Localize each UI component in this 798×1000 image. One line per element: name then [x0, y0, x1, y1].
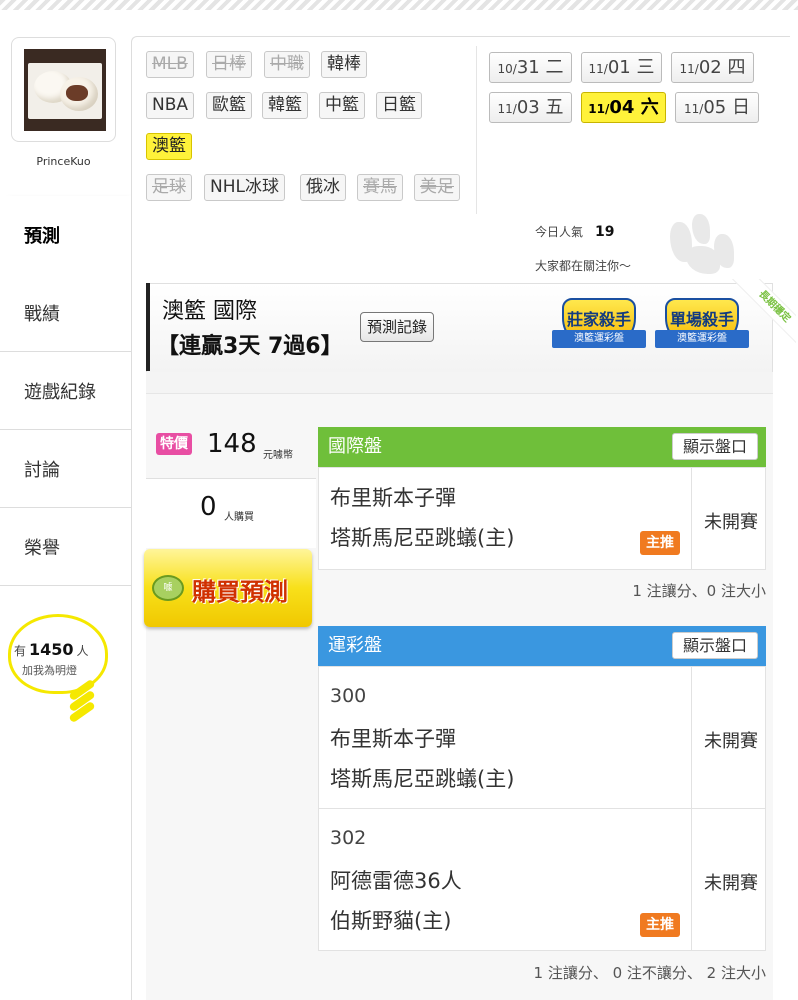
game-code: 300 — [330, 685, 367, 707]
sport-tag-kbo[interactable]: 韓棒 — [321, 51, 367, 78]
game-status: 未開賽 — [704, 873, 758, 894]
sport-tag-cpbl: 中職 — [264, 51, 310, 78]
lottery-odds-header: 運彩盤 顯示盤口 — [318, 626, 766, 666]
lottery-odds-title: 運彩盤 — [328, 635, 382, 656]
away-team: 布里斯本子彈 — [330, 486, 456, 510]
home-team: 塔斯馬尼亞跳蟻(主) — [330, 526, 515, 550]
sport-tag-khl[interactable]: 俄冰 — [300, 174, 346, 201]
top-border — [0, 0, 798, 10]
sport-tag-aus-basketball[interactable]: 澳籃 — [146, 133, 192, 160]
sidebar-item-label: 榮譽 — [24, 537, 60, 559]
date-button-1102[interactable]: 11/02 四 — [671, 52, 754, 83]
sport-tag-nba[interactable]: NBA — [146, 92, 195, 119]
divider-strip — [146, 372, 773, 394]
table-row: 302 阿德雷德36人 伯斯野貓(主) 未開賽 — [318, 808, 766, 951]
popularity-subtitle: 大家都在關注你～ — [535, 259, 632, 273]
sport-tag-china-basketball[interactable]: 中籃 — [319, 92, 365, 119]
coin-icon: 噱 — [152, 575, 184, 601]
sidebar-nav: 預測 戰績 遊戲紀錄 討論 榮譽 — [0, 196, 131, 586]
table-row: 300 布里斯本子彈 塔斯馬尼亞跳蟻(主) 未開賽 — [318, 666, 766, 809]
sidebar-item-label: 遊戲紀錄 — [24, 381, 96, 403]
banker-killer-badge: 莊家殺手 澳籃運彩盤 — [552, 298, 646, 356]
sidebar-item-predict[interactable]: 預測 — [0, 196, 131, 274]
sidebar-item-label: 預測 — [24, 226, 60, 247]
game-status: 未開賽 — [704, 731, 758, 752]
game-status: 未開賽 — [704, 512, 758, 533]
intl-odds-header: 國際盤 顯示盤口 — [318, 427, 766, 467]
fans-count: 有 1450 人 — [14, 640, 89, 659]
sport-tag-soccer: 足球 — [146, 174, 192, 201]
sport-tag-japan-basketball[interactable]: 日籃 — [376, 92, 422, 119]
fans-caption: 加我為明燈 — [22, 664, 77, 677]
away-team: 布里斯本子彈 — [330, 727, 456, 751]
long-term-stable-ribbon: 長期穩定 — [716, 279, 796, 359]
decoration-icon — [652, 210, 742, 280]
sport-tag-npb: 日棒 — [206, 51, 252, 78]
sport-tag-nfl: 美足 — [414, 174, 460, 201]
main-pick-badge: 主推 — [640, 531, 680, 555]
sport-tag-korea-basketball[interactable]: 韓籃 — [262, 92, 308, 119]
sidebar-item-label: 戰績 — [24, 303, 60, 325]
show-odds-button[interactable]: 顯示盤口 — [671, 433, 758, 460]
sidebar-item-record[interactable]: 戰績 — [0, 274, 131, 352]
buyers-unit: 人購買 — [224, 512, 254, 523]
date-button-1104[interactable]: 11/04 六 — [581, 92, 666, 123]
intl-odds-title: 國際盤 — [328, 436, 382, 457]
price-unit: 元噱幣 — [263, 450, 293, 461]
buy-prediction-label[interactable]: 購買預測 — [192, 572, 288, 607]
divider — [476, 46, 477, 214]
game-code: 302 — [330, 827, 367, 849]
main-pick-badge: 主推 — [640, 913, 680, 937]
sport-tag-horse-racing: 賽馬 — [357, 174, 403, 201]
username[interactable]: PrinceKuo — [0, 155, 127, 168]
date-button-1101[interactable]: 11/01 三 — [581, 52, 662, 83]
streak-text: 【連贏3天 7過6】 — [157, 334, 343, 359]
sidebar-item-honor[interactable]: 榮譽 — [0, 508, 131, 586]
home-team: 伯斯野貓(主) — [330, 909, 452, 933]
home-team: 塔斯馬尼亞跳蟻(主) — [330, 767, 515, 791]
sport-tag-euro-basketball[interactable]: 歐籃 — [206, 92, 252, 119]
date-button-1103[interactable]: 11/03 五 — [489, 92, 572, 123]
avatar-image — [24, 49, 106, 131]
lottery-summary: 1 注讓分、 0 注不讓分、 2 注大小 — [533, 964, 766, 982]
sidebar-item-label: 討論 — [24, 459, 60, 481]
sidebar-item-discussion[interactable]: 討論 — [0, 430, 131, 508]
buyers-count: 0 — [200, 492, 217, 522]
show-odds-button[interactable]: 顯示盤口 — [671, 632, 758, 659]
price-value: 148 — [207, 429, 257, 459]
date-button-1031[interactable]: 10/31 二 — [489, 52, 572, 83]
popularity-today: 今日人氣 19 — [535, 224, 615, 240]
league-title: 澳籃 國際 — [162, 299, 257, 324]
away-team: 阿德雷德36人 — [330, 869, 462, 893]
sport-tag-nhl[interactable]: NHL冰球 — [204, 174, 285, 201]
date-button-1105[interactable]: 11/05 日 — [675, 92, 759, 123]
sport-tag-mlb: MLB — [146, 51, 194, 78]
sidebar-item-game-log[interactable]: 遊戲紀錄 — [0, 352, 131, 430]
table-row: 布里斯本子彈 塔斯馬尼亞跳蟻(主) 未開賽 — [318, 467, 766, 570]
sale-badge: 特價 — [156, 433, 192, 455]
header-accent-bar — [146, 283, 150, 371]
avatar[interactable] — [11, 37, 116, 142]
intl-summary: 1 注讓分、0 注大小 — [632, 582, 766, 600]
prediction-history-button[interactable]: 預測記錄 — [360, 312, 435, 342]
